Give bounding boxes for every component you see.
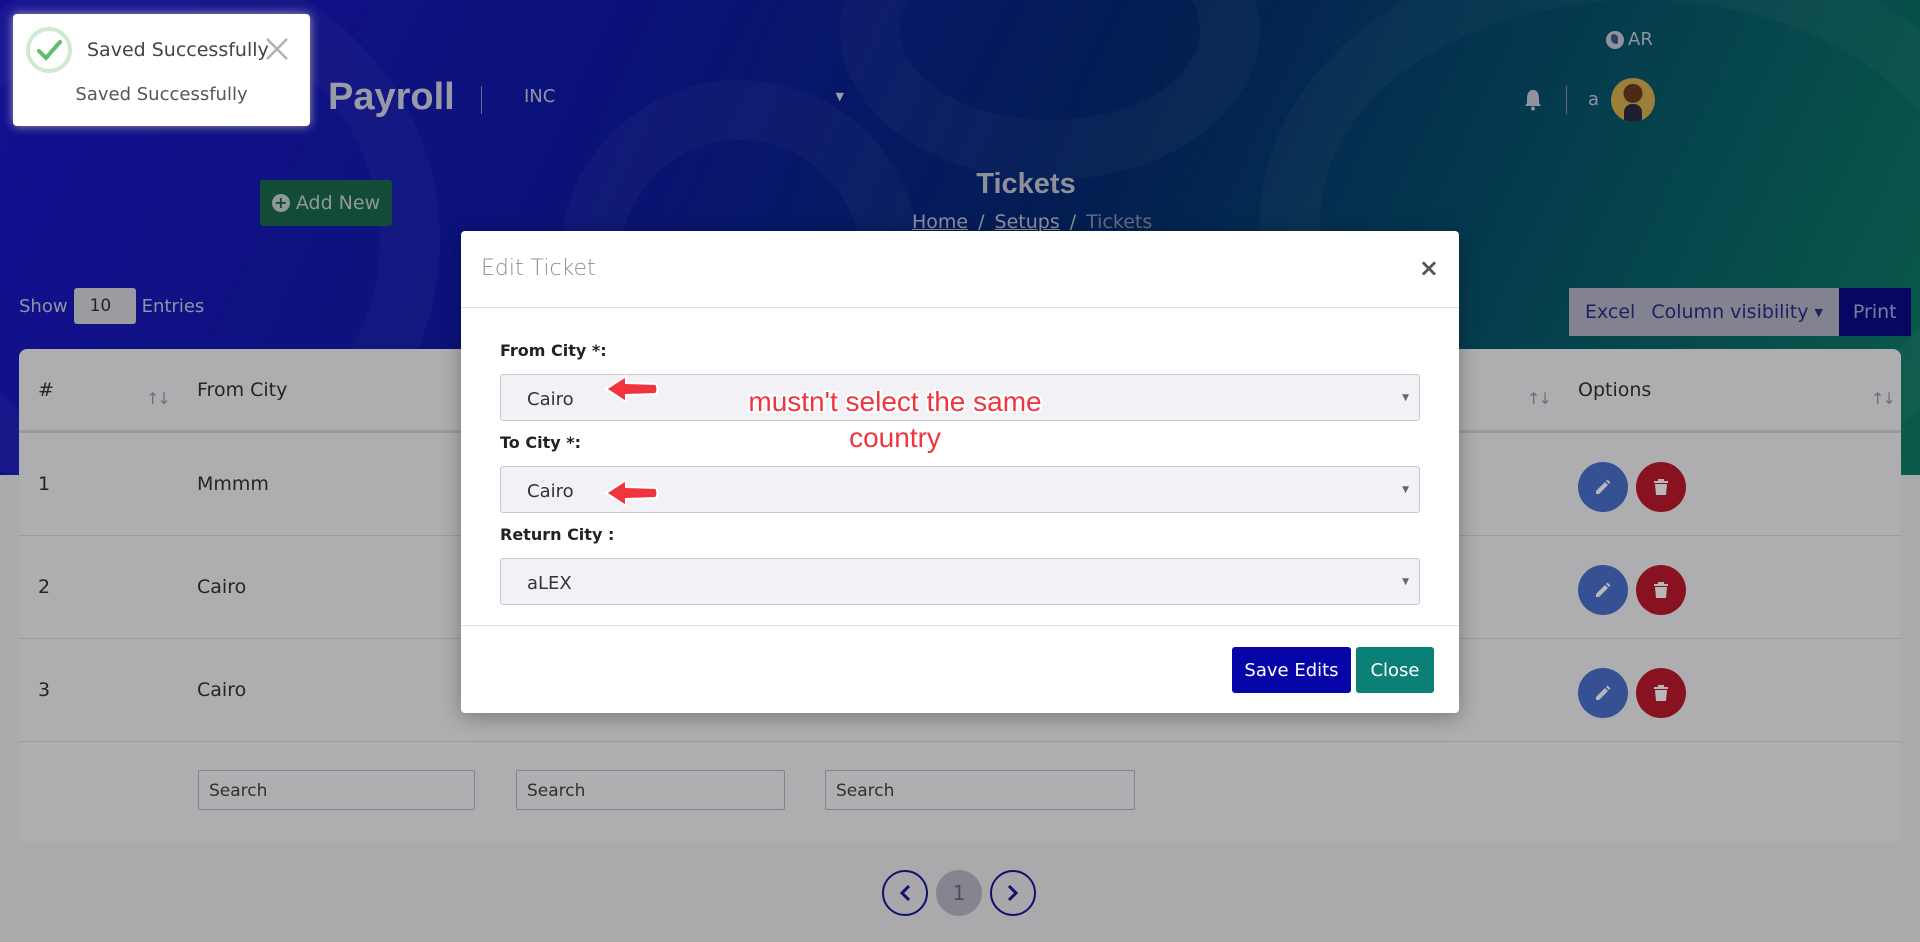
close-button[interactable]: Close — [1356, 647, 1434, 693]
save-edits-button[interactable]: Save Edits — [1232, 647, 1351, 693]
toast-title: Saved Successfully — [87, 39, 269, 61]
annotation-line: mustn't select the same — [748, 386, 1042, 417]
check-icon — [26, 27, 72, 73]
checkmark-glyph — [37, 40, 62, 61]
caret-down-icon: ▼ — [1402, 393, 1409, 403]
annotation-line: country — [849, 422, 941, 453]
close-icon[interactable] — [264, 36, 290, 62]
modal-title: Edit Ticket — [481, 256, 596, 281]
return-city-select[interactable]: aLEX ▼ — [500, 558, 1420, 605]
toast-message: Saved Successfully — [75, 84, 248, 105]
annotation-arrow-icon — [604, 478, 659, 508]
return-city-value: aLEX — [527, 573, 572, 594]
to-city-label: To City *: — [500, 433, 581, 452]
from-city-label: From City *: — [500, 341, 607, 360]
annotation-arrow-icon — [604, 374, 659, 404]
to-city-value: Cairo — [527, 481, 574, 502]
modal-header: Edit Ticket × — [461, 231, 1459, 308]
success-toast: Saved Successfully Saved Successfully — [13, 14, 310, 126]
edit-ticket-modal: Edit Ticket × From City *: Cairo ▼ To Ci… — [461, 231, 1459, 713]
annotation-text: mustn't select the same country — [715, 384, 1075, 456]
from-city-value: Cairo — [527, 389, 574, 410]
modal-close-icon[interactable]: × — [1419, 254, 1439, 282]
caret-down-icon: ▼ — [1402, 577, 1409, 587]
caret-down-icon: ▼ — [1402, 485, 1409, 495]
return-city-label: Return City : — [500, 525, 615, 544]
